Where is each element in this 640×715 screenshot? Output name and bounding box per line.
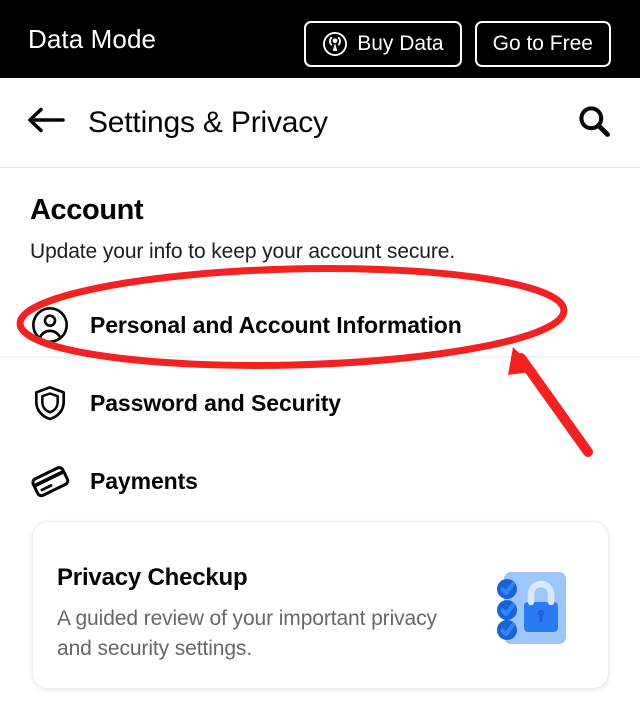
credit-card-icon (28, 459, 72, 503)
account-subheading: Update your info to keep your account se… (30, 240, 456, 263)
account-menu-list: Personal and Account Information Passwor… (0, 286, 640, 520)
privacy-checkup-title: Privacy Checkup (57, 564, 248, 591)
privacy-checkup-card[interactable]: Privacy Checkup A guided review of your … (32, 521, 609, 689)
navigation-bar: Settings & Privacy (0, 78, 640, 167)
data-mode-title: Data Mode (28, 23, 157, 54)
page-title: Settings & Privacy (88, 105, 328, 139)
account-heading: Account (30, 194, 144, 226)
menu-item-password-and-security[interactable]: Password and Security (0, 364, 640, 442)
menu-item-payments[interactable]: Payments (0, 442, 640, 520)
lock-checklist-icon (490, 570, 570, 648)
search-button[interactable] (570, 99, 618, 147)
go-to-free-button[interactable]: Go to Free (474, 21, 611, 67)
back-button[interactable] (22, 100, 68, 146)
menu-item-label: Personal and Account Information (90, 311, 462, 338)
menu-item-label: Payments (90, 467, 198, 494)
person-circle-icon (28, 303, 72, 347)
go-to-free-label: Go to Free (492, 32, 593, 55)
data-mode-actions: Buy Data Go to Free (304, 21, 611, 67)
broadcast-icon (322, 31, 348, 57)
privacy-checkup-description: A guided review of your important privac… (57, 607, 437, 660)
menu-item-personal-and-account-information[interactable]: Personal and Account Information (0, 286, 640, 364)
search-icon (576, 103, 612, 144)
shield-icon (28, 381, 72, 425)
data-mode-bar: Data Mode Buy Data Go to Free (0, 0, 640, 78)
back-arrow-icon (25, 105, 65, 140)
buy-data-button[interactable]: Buy Data (304, 21, 462, 67)
settings-privacy-screen: Data Mode Buy Data Go to Free Settings &… (0, 0, 640, 715)
buy-data-label: Buy Data (357, 32, 444, 55)
menu-item-label: Password and Security (90, 389, 341, 416)
